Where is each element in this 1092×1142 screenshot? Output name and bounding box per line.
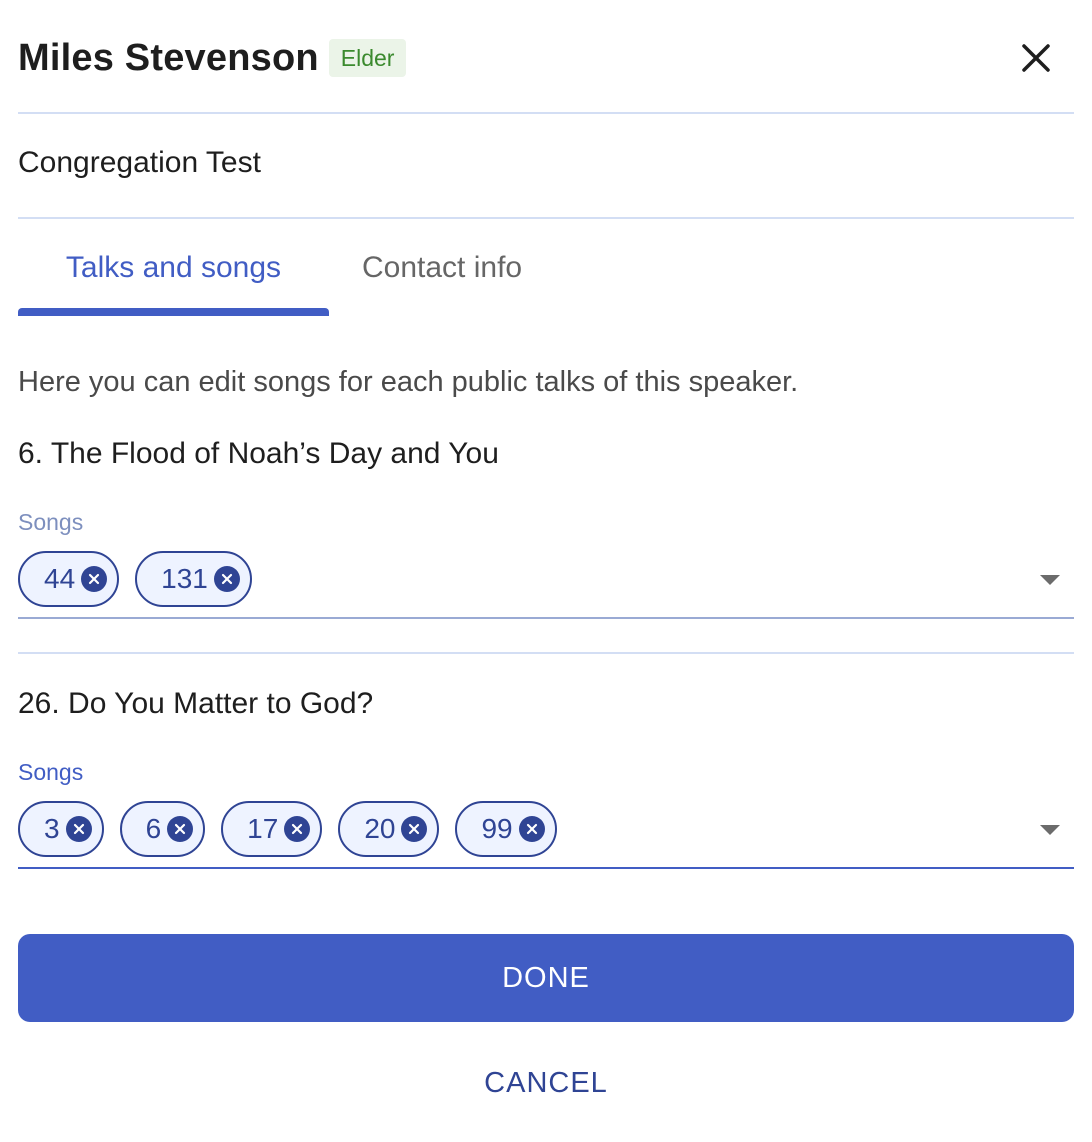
- song-chip: 44: [18, 551, 120, 607]
- field-underline: [18, 617, 1074, 619]
- tab-label: Talks and songs: [65, 251, 282, 284]
- remove-icon: [221, 573, 232, 585]
- remove-icon: [292, 823, 303, 835]
- done-button[interactable]: DONE: [18, 934, 1074, 1022]
- song-chip-label: 17: [247, 813, 279, 844]
- congregation-name: Congregation Test: [18, 146, 261, 179]
- divider: [18, 652, 1074, 654]
- tab-bar: Talks and songs Contact info: [18, 240, 522, 316]
- remove-song-button[interactable]: [213, 566, 240, 592]
- dialog-header: Miles Stevenson Elder: [18, 30, 1074, 86]
- song-chip-label: 20: [364, 813, 396, 844]
- song-chip-label: 99: [481, 813, 513, 844]
- close-icon: [1022, 44, 1050, 72]
- song-chip-label: 44: [44, 563, 76, 594]
- remove-icon: [175, 823, 186, 835]
- cancel-button[interactable]: CANCEL: [0, 1058, 1092, 1108]
- talk-title: 6. The Flood of Noah’s Day and You: [18, 437, 499, 470]
- songs-select[interactable]: 44 131: [18, 550, 1074, 608]
- remove-icon: [409, 823, 420, 835]
- songs-field-label: Songs: [18, 759, 84, 785]
- song-chip: 3: [18, 801, 104, 857]
- remove-icon: [73, 823, 84, 835]
- songs-field-label: Songs: [18, 509, 84, 535]
- song-chip: 99: [455, 801, 557, 857]
- remove-song-button[interactable]: [401, 816, 428, 842]
- talk-title: 26. Do You Matter to God?: [18, 687, 374, 720]
- song-chip: 131: [135, 551, 252, 607]
- song-chip: 17: [221, 801, 323, 857]
- description-text: Here you can edit songs for each public …: [18, 366, 799, 398]
- role-badge: Elder: [328, 39, 407, 77]
- tab-label: Contact info: [362, 251, 523, 284]
- field-underline: [18, 867, 1074, 869]
- remove-song-button[interactable]: [167, 816, 194, 842]
- remove-song-button[interactable]: [518, 816, 545, 842]
- tab-contact-info[interactable]: Contact info: [329, 240, 522, 316]
- remove-song-button[interactable]: [284, 816, 311, 842]
- remove-icon: [89, 573, 100, 585]
- songs-select[interactable]: 3 6 17 20 99: [18, 800, 1074, 858]
- dropdown-arrow-icon[interactable]: [1040, 825, 1060, 835]
- tab-talks-and-songs[interactable]: Talks and songs: [18, 240, 329, 316]
- song-chip-label: 3: [44, 813, 60, 844]
- song-chip: 20: [338, 801, 440, 857]
- song-chip-label: 131: [161, 563, 208, 594]
- active-tab-indicator: [18, 308, 329, 316]
- dropdown-arrow-icon[interactable]: [1040, 575, 1060, 585]
- remove-song-button[interactable]: [65, 816, 92, 842]
- remove-icon: [526, 823, 537, 835]
- speaker-name: Miles Stevenson: [18, 36, 319, 79]
- divider: [18, 112, 1074, 114]
- song-chip-label: 6: [145, 813, 162, 844]
- divider: [18, 217, 1074, 219]
- close-button[interactable]: [1016, 38, 1056, 78]
- remove-song-button[interactable]: [81, 566, 108, 592]
- song-chip: 6: [119, 801, 206, 857]
